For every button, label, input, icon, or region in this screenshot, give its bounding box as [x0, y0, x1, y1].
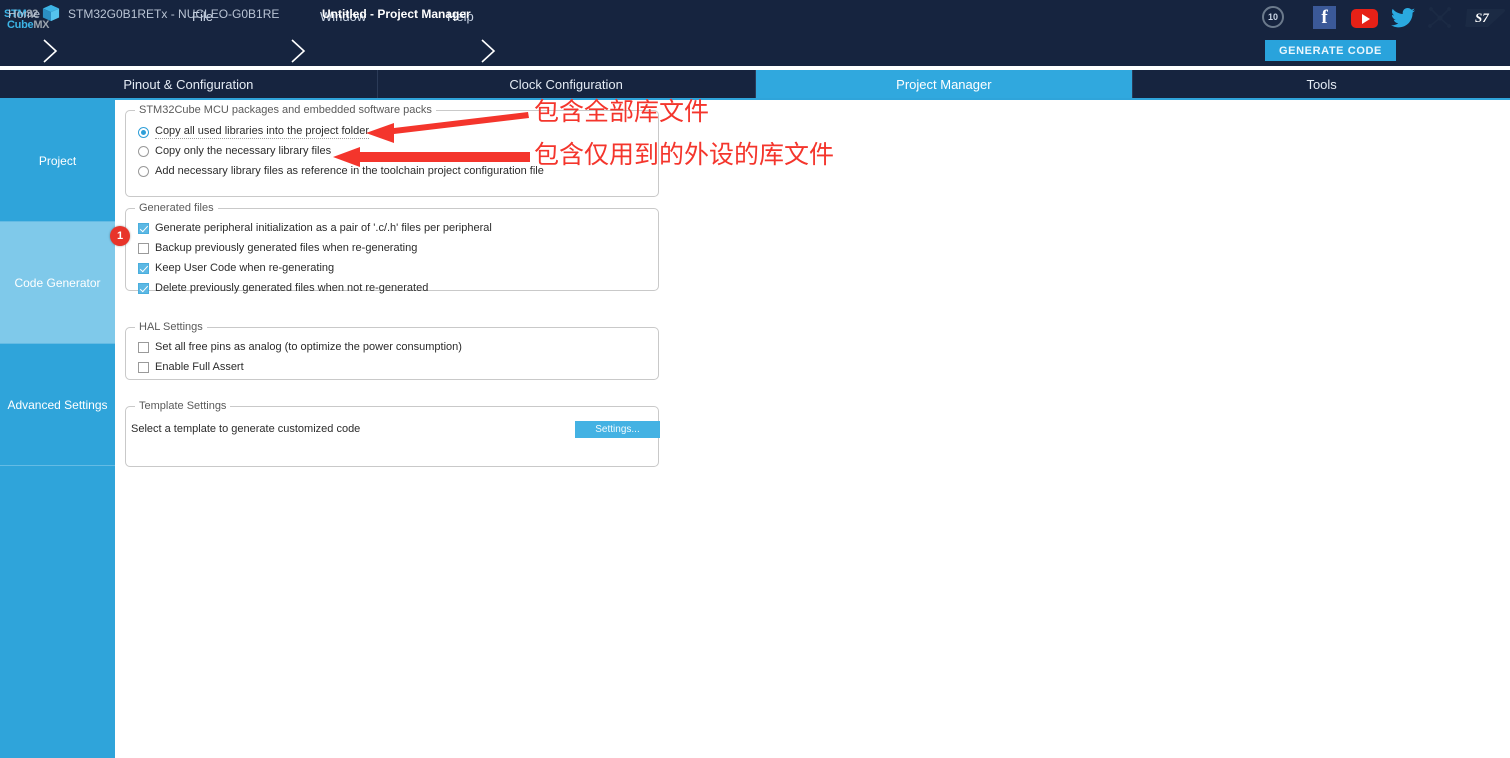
radio-copy-all-libraries-label: Copy all used libraries into the project…: [155, 125, 370, 139]
checkbox-indicator-icon: [138, 361, 149, 373]
breadcrumb-chevron-icon: [43, 39, 58, 63]
facebook-icon[interactable]: f: [1313, 6, 1336, 29]
st-logo-icon[interactable]: S7: [1464, 6, 1506, 29]
template-settings-button[interactable]: Settings...: [575, 421, 660, 438]
checkbox-keep-user-code[interactable]: Keep User Code when re-generating: [138, 262, 334, 274]
checkbox-indicator-icon: [138, 262, 149, 274]
radio-add-as-reference[interactable]: Add necessary library files as reference…: [138, 165, 544, 177]
generated-files-title: Generated files: [135, 202, 218, 214]
project-manager-sidebar: Project Code Generator Advanced Settings: [0, 100, 115, 758]
breadcrumb-chevron-icon: [481, 39, 496, 63]
mcu-packages-title: STM32Cube MCU packages and embedded soft…: [135, 104, 436, 116]
checkbox-backup-previously-generated-label: Backup previously generated files when r…: [155, 242, 418, 254]
sidebar-item-project[interactable]: Project: [0, 100, 115, 222]
breadcrumb-home[interactable]: Home: [8, 7, 40, 21]
checkbox-enable-full-assert[interactable]: Enable Full Assert: [138, 361, 244, 373]
stm32cubemx-window: STM32 CubeMX File Window Help 10 f S7 Ho…: [0, 0, 1510, 758]
template-settings-groupbox: Template Settings Select a template to g…: [125, 400, 660, 467]
radio-copy-only-necessary-label: Copy only the necessary library files: [155, 145, 332, 157]
checkbox-set-free-pins-analog-label: Set all free pins as analog (to optimize…: [155, 341, 462, 353]
st-community-icon[interactable]: [1428, 7, 1452, 29]
breadcrumb-chevron-icon: [291, 39, 306, 63]
generated-files-groupbox: Generated files Generate peripheral init…: [125, 202, 659, 294]
radio-indicator-icon: [138, 145, 149, 157]
svg-text:S7: S7: [1475, 10, 1489, 25]
twitter-icon[interactable]: [1391, 8, 1415, 28]
annotation-badge-1: 1: [110, 226, 130, 246]
checkbox-backup-previously-generated[interactable]: Backup previously generated files when r…: [138, 242, 417, 254]
code-generator-panel: STM32Cube MCU packages and embedded soft…: [115, 100, 1510, 758]
radio-indicator-icon: [138, 165, 149, 177]
checkbox-generate-peripheral-init[interactable]: Generate peripheral initialization as a …: [138, 222, 492, 234]
radio-add-as-reference-label: Add necessary library files as reference…: [155, 165, 544, 177]
checkbox-generate-peripheral-init-label: Generate peripheral initialization as a …: [155, 222, 492, 234]
youtube-icon[interactable]: [1351, 9, 1378, 28]
tab-tools[interactable]: Tools: [1133, 70, 1510, 98]
checkbox-indicator-icon: [138, 341, 149, 353]
tab-project-manager[interactable]: Project Manager: [755, 70, 1134, 98]
annotation-note-only-used-libraries: 包含仅用到的外设的库文件: [534, 140, 835, 169]
annotation-note-all-libraries: 包含全部库文件: [534, 97, 710, 126]
hal-settings-title: HAL Settings: [135, 321, 207, 333]
radio-copy-only-necessary[interactable]: Copy only the necessary library files: [138, 145, 331, 157]
generate-code-button[interactable]: GENERATE CODE: [1265, 40, 1396, 61]
tab-clock-configuration[interactable]: Clock Configuration: [378, 70, 756, 98]
template-settings-description: Select a template to generate customized…: [131, 423, 361, 435]
breadcrumb-project[interactable]: Untitled - Project Manager: [322, 7, 471, 21]
anniversary-badge-icon[interactable]: 10: [1262, 6, 1284, 28]
checkbox-indicator-icon: [138, 282, 149, 294]
template-settings-title: Template Settings: [135, 400, 231, 412]
checkbox-delete-previously-generated[interactable]: Delete previously generated files when n…: [138, 282, 428, 294]
radio-copy-all-libraries[interactable]: Copy all used libraries into the project…: [138, 125, 370, 139]
tab-pinout-configuration[interactable]: Pinout & Configuration: [0, 70, 378, 98]
checkbox-set-free-pins-analog[interactable]: Set all free pins as analog (to optimize…: [138, 341, 462, 353]
checkbox-delete-previously-generated-label: Delete previously generated files when n…: [155, 282, 429, 294]
hal-settings-groupbox: HAL Settings Set all free pins as analog…: [125, 321, 659, 380]
sidebar-item-advanced-settings[interactable]: Advanced Settings: [0, 344, 115, 466]
radio-indicator-icon: [138, 126, 149, 138]
checkbox-indicator-icon: [138, 242, 149, 254]
sidebar-item-code-generator[interactable]: Code Generator: [0, 222, 115, 344]
checkbox-enable-full-assert-label: Enable Full Assert: [155, 361, 244, 373]
sidebar-divider: [0, 465, 115, 466]
breadcrumb-mcu[interactable]: STM32G0B1RETx - NUCLEO-G0B1RE: [68, 7, 279, 21]
cube-icon: [42, 4, 60, 22]
main-tab-bar: Pinout & Configuration Clock Configurati…: [0, 70, 1510, 98]
checkbox-keep-user-code-label: Keep User Code when re-generating: [155, 262, 335, 274]
checkbox-indicator-icon: [138, 222, 149, 234]
